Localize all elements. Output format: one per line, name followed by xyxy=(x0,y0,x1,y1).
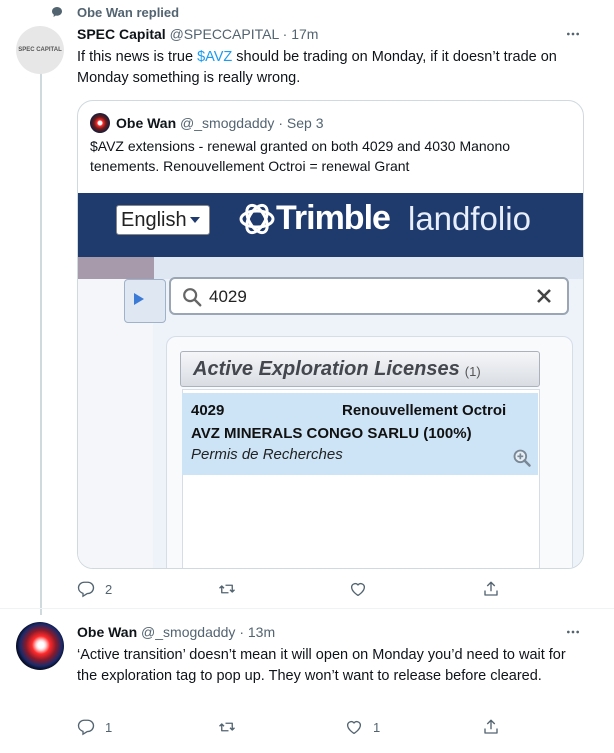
language-select: English xyxy=(116,205,210,235)
share-icon xyxy=(482,580,500,598)
expand-arrow-icon xyxy=(134,293,144,305)
timestamp[interactable]: 17m xyxy=(291,26,318,42)
retweet-icon xyxy=(217,718,237,736)
reply-icon xyxy=(77,580,95,598)
trimble-globe-icon xyxy=(238,201,276,237)
quote-tweet-card[interactable]: Obe Wan @_smogdaddy · Sep 3 $AVZ extensi… xyxy=(77,100,584,569)
quote-author-name: Obe Wan xyxy=(116,115,177,131)
separator-dot: · xyxy=(282,26,288,42)
header-strip-right xyxy=(154,257,583,279)
avatar-label: SPEC CAPITAL xyxy=(18,47,62,53)
side-tab xyxy=(124,279,166,323)
tweet-header: Obe Wan @_smogdaddy · 13m xyxy=(77,624,275,640)
tweet-text: ‘Active transition’ doesn’t mean it will… xyxy=(77,647,566,684)
quote-image[interactable]: English Trimble landfolio 4029 Active Ex… xyxy=(78,193,583,568)
result-number: 4029 xyxy=(191,402,225,419)
reply-count: 2 xyxy=(105,581,113,597)
like-count: 1 xyxy=(373,719,381,735)
separator-dot: · xyxy=(278,115,283,131)
heart-icon xyxy=(345,718,363,736)
quote-date: Sep 3 xyxy=(286,115,324,131)
avatar[interactable] xyxy=(16,622,64,670)
more-icon[interactable] xyxy=(565,624,581,640)
like-action[interactable] xyxy=(349,580,367,598)
heart-icon xyxy=(349,580,367,598)
more-icon[interactable] xyxy=(565,26,581,42)
panel-title: Active Exploration Licenses xyxy=(193,357,460,380)
quote-text: $AVZ extensions - renewal granted on bot… xyxy=(90,138,511,174)
cashtag-link[interactable]: $AVZ xyxy=(197,49,232,65)
trimble-wordmark: Trimble xyxy=(276,199,391,237)
tweet-header: SPEC Capital @SPECCAPITAL · 17m xyxy=(77,26,318,42)
quote-avatar xyxy=(90,113,110,133)
landfolio-wordmark: landfolio xyxy=(408,200,531,237)
divider xyxy=(0,608,614,609)
author-handle[interactable]: @_smogdaddy xyxy=(141,624,235,640)
language-label: English xyxy=(121,208,187,231)
clear-icon xyxy=(536,288,552,304)
author-name[interactable]: SPEC Capital xyxy=(77,26,166,42)
reply-count: 1 xyxy=(105,719,113,735)
reply-context[interactable]: Obe Wan replied xyxy=(77,5,179,20)
result-status: Renouvellement Octroi xyxy=(342,402,507,419)
result-type: Permis de Recherches xyxy=(191,446,343,463)
retweet-action[interactable] xyxy=(217,580,237,598)
panel-title-bar: Active Exploration Licenses (1) xyxy=(180,351,540,387)
speech-bubble-icon xyxy=(51,6,63,18)
reply-action[interactable]: 1 xyxy=(77,718,112,736)
retweet-action[interactable] xyxy=(217,718,237,736)
header-strip xyxy=(78,257,154,279)
zoom-in-icon xyxy=(512,448,532,468)
reply-icon xyxy=(77,718,95,736)
separator-dot: · xyxy=(239,624,244,640)
retweet-icon xyxy=(217,580,237,598)
author-handle[interactable]: @SPECCAPITAL xyxy=(170,26,279,42)
reply-action[interactable]: 2 xyxy=(77,580,112,598)
like-action[interactable]: 1 xyxy=(345,718,380,736)
quote-author-handle: @_smogdaddy xyxy=(180,115,275,131)
quote-header: Obe Wan @_smogdaddy · Sep 3 xyxy=(116,115,323,131)
search-value: 4029 xyxy=(209,287,247,306)
tweet-text: If this news is true $AVZ should be trad… xyxy=(77,47,589,89)
tweet-text-part: If this news is true xyxy=(77,49,198,65)
avatar[interactable]: SPEC CAPITAL xyxy=(16,26,64,74)
share-action[interactable] xyxy=(482,580,500,598)
result-item: 4029 Renouvellement Octroi AVZ MINERALS … xyxy=(182,393,538,475)
dropdown-arrow-icon xyxy=(189,217,200,223)
author-name[interactable]: Obe Wan xyxy=(77,624,137,640)
search-box: 4029 xyxy=(169,277,569,315)
thread-line xyxy=(40,62,42,615)
share-icon xyxy=(482,718,500,736)
search-icon xyxy=(181,286,203,308)
share-action[interactable] xyxy=(482,718,500,736)
result-holder: AVZ MINERALS CONGO SARLU (100%) xyxy=(191,425,472,442)
timestamp[interactable]: 13m xyxy=(248,624,275,640)
panel-count: (1) xyxy=(464,363,481,379)
